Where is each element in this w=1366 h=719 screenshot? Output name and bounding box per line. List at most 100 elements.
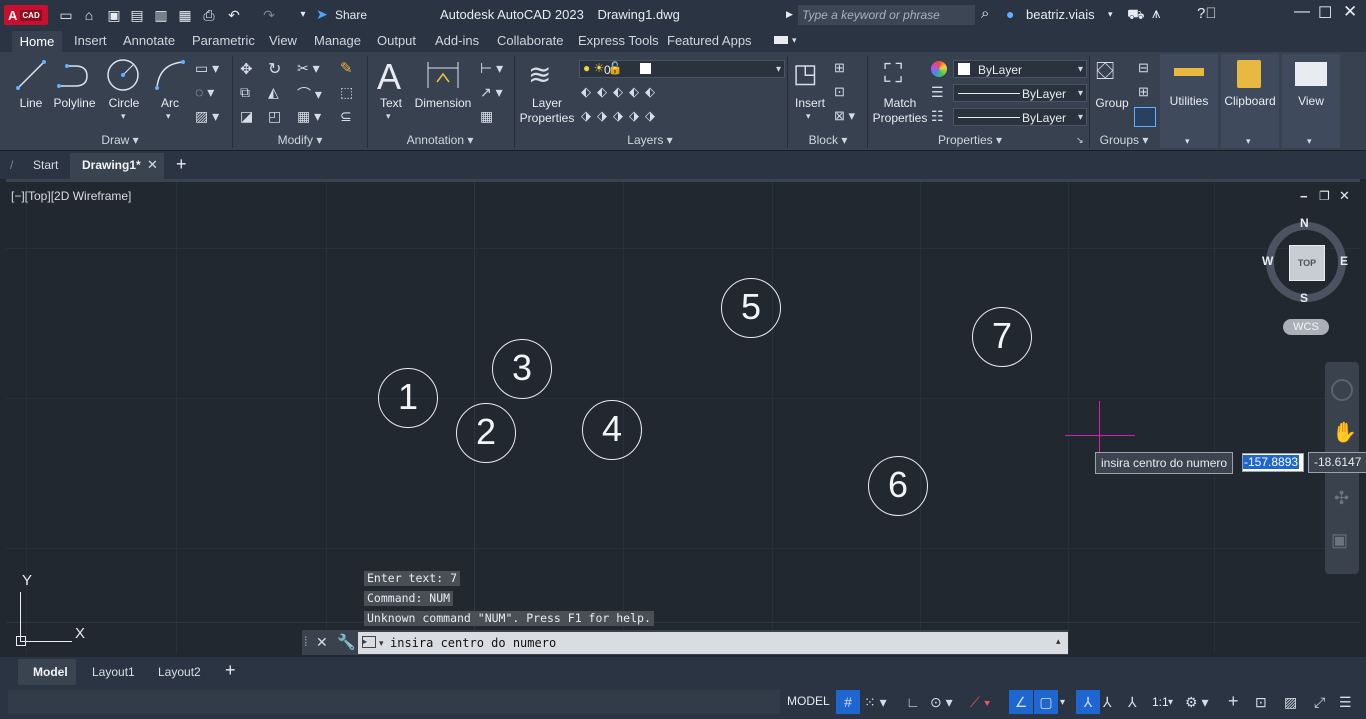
panel-modify-label[interactable]: Modify ▾ [268,133,332,147]
command-input[interactable]: insira centro do numero [358,632,1068,654]
polyline-icon[interactable] [57,60,93,92]
text-icon[interactable]: A [377,56,401,98]
dimension-icon[interactable] [425,58,461,92]
command-line-customize-icon[interactable]: 🔧 [337,633,356,651]
dynamic-input-y-field[interactable]: -18.6147 [1308,452,1366,473]
properties-launcher-icon[interactable]: ↘ [1076,135,1084,146]
tab-express-tools[interactable]: Express Tools [578,33,659,48]
clipboard-dropdown-icon[interactable]: ▾ [1246,136,1251,147]
recent-commands-dropdown-icon[interactable]: ▾ [379,638,384,649]
edit-block-icon[interactable]: ⊡ [834,84,845,100]
panel-draw-label[interactable]: Draw ▾ [90,133,150,147]
ribbon-minimize-icon[interactable] [774,36,788,44]
panel-block-label[interactable]: Block ▾ [800,133,856,147]
number-circle-2[interactable]: 2 [456,403,516,463]
viewcube-top-face[interactable]: TOP [1289,245,1325,281]
tab-collaborate[interactable]: Collaborate [497,33,564,48]
share-button[interactable]: Share [335,8,367,22]
ribbon-minimize-dropdown-icon[interactable]: ▾ [792,35,797,46]
rectangle-icon[interactable]: ▭ ▾ [195,60,219,77]
open-folder-icon[interactable]: ⌂ [80,6,98,24]
print-icon[interactable]: ⎙ [200,6,218,24]
viewcube-north[interactable]: N [1300,216,1309,230]
cart-icon[interactable]: ⛟ [1127,6,1145,25]
new-tab-icon[interactable]: + [176,154,187,175]
isometric-drafting-icon[interactable]: ⟋ ▾ [970,694,991,711]
ungroup-icon[interactable]: ⊟ [1138,60,1149,76]
search-input[interactable]: Type a keyword or phrase [798,5,975,25]
layout-tab-layout2[interactable]: Layout2 [158,665,201,679]
user-name[interactable]: beatriz.viais [1026,7,1095,22]
panel-layers-label[interactable]: Layers ▾ [620,133,680,147]
group-button[interactable]: Group [1093,96,1131,110]
tab-output[interactable]: Output [377,33,416,48]
command-history-toggle-icon[interactable]: ▴ [1056,636,1061,647]
leader-icon[interactable]: ↗ ▾ [480,84,503,101]
trim-icon[interactable]: ✂ ▾ [297,60,320,77]
minimize-window-icon[interactable]: — [1294,3,1310,21]
save-icon[interactable]: ▣ [105,6,123,24]
units-icon[interactable]: ⊡ [1255,694,1267,711]
save-as-icon[interactable]: ▤ [128,6,146,24]
circle-dropdown-icon[interactable]: ▾ [121,111,126,122]
number-circle-5[interactable]: 5 [721,278,781,338]
share-icon[interactable]: ➤ [316,6,328,23]
pan-hand-icon[interactable]: ✋ [1332,420,1357,445]
erase-icon[interactable]: ✎ [340,59,353,77]
polar-tracking-icon[interactable]: ⊙ ▾ [930,694,953,711]
viewport-minimize-icon[interactable]: − [1300,189,1308,204]
dynamic-input-x-field[interactable]: -157.8893 [1242,453,1304,472]
fillet-icon[interactable]: ⌒ ▾ [297,84,322,104]
insert-block-icon[interactable]: ◳ [793,58,818,89]
match-properties-button[interactable]: Match Properties [870,96,930,126]
circle-icon[interactable] [106,58,140,92]
panel-properties-label[interactable]: Properties ▾ [930,133,1010,147]
layer-properties-icon[interactable]: ≋ [528,58,551,91]
arc-icon[interactable] [153,58,187,92]
match-properties-icon[interactable]: ⛶ [884,58,902,90]
workspace-gear-icon[interactable]: ⚙ ▾ [1185,694,1208,711]
doc-tab-drawing1[interactable]: Drawing1* [82,158,141,172]
user-icon[interactable]: ● [1006,6,1014,22]
group-edit-icon[interactable]: ⊞ [1138,84,1149,100]
user-dropdown-icon[interactable]: ▾ [1108,9,1113,20]
panel-groups-label[interactable]: Groups ▾ [1094,133,1154,147]
mirror-icon[interactable]: ◭ [268,84,279,101]
view-dropdown-icon[interactable]: ▾ [1307,136,1312,147]
layout-tab-layout1[interactable]: Layout1 [92,665,135,679]
color-dropdown[interactable]: ByLayer [953,60,1087,79]
maximize-window-icon[interactable]: ☐ [1318,3,1332,23]
group-selection-toggle[interactable] [1134,107,1156,127]
gradient-icon[interactable]: ▨ ▾ [195,108,219,125]
grid-toggle-icon[interactable]: # [836,690,860,714]
array-icon[interactable]: ▦ ▾ [297,108,321,125]
model-space-button[interactable]: MODEL [787,694,830,708]
layout-tab-model[interactable]: Model [33,665,68,679]
layer-tools-row-2-icon[interactable]: ⬗⬗⬗⬗⬗ [581,108,661,124]
tab-insert[interactable]: Insert [74,33,107,48]
copy-icon[interactable]: ⧉ [240,84,250,101]
color-wheel-icon[interactable] [931,61,947,77]
viewport-close-icon[interactable]: ✕ [1339,188,1350,204]
clean-screen-icon[interactable]: ⤢ [1314,694,1325,711]
text-button[interactable]: Text [376,96,406,110]
export-icon[interactable]: ▦ [176,6,194,24]
line-button[interactable]: Line [16,96,46,110]
annotation-scale-value[interactable]: 1:1 [1152,695,1169,709]
line-icon[interactable] [14,58,48,92]
customize-toolbar-icon[interactable]: ▾ [294,6,312,24]
annotation-monitor-icon[interactable]: + [1228,691,1239,712]
object-snap-tracking-icon[interactable]: ∠ [1009,690,1033,714]
annotation-scale-dropdown-icon[interactable]: ▾ [1168,697,1173,708]
tab-featured-apps[interactable]: Featured Apps [667,33,752,48]
tab-annotate[interactable]: Annotate [123,33,175,48]
object-snap-icon[interactable]: ▢ [1034,690,1058,714]
number-circle-3[interactable]: 3 [492,339,552,399]
tab-menu-icon[interactable]: / [10,158,13,172]
offset-icon[interactable]: ⊆ [340,108,352,125]
snap-mode-icon[interactable]: ⁙ ▾ [864,694,887,711]
polyline-button[interactable]: Polyline [52,96,97,110]
object-snap-dropdown-icon[interactable]: ▾ [1060,697,1065,708]
drawing-canvas[interactable]: 1 2 3 4 5 6 7 Y X [6,182,1360,654]
layer-properties-button[interactable]: Layer Properties [518,96,576,126]
